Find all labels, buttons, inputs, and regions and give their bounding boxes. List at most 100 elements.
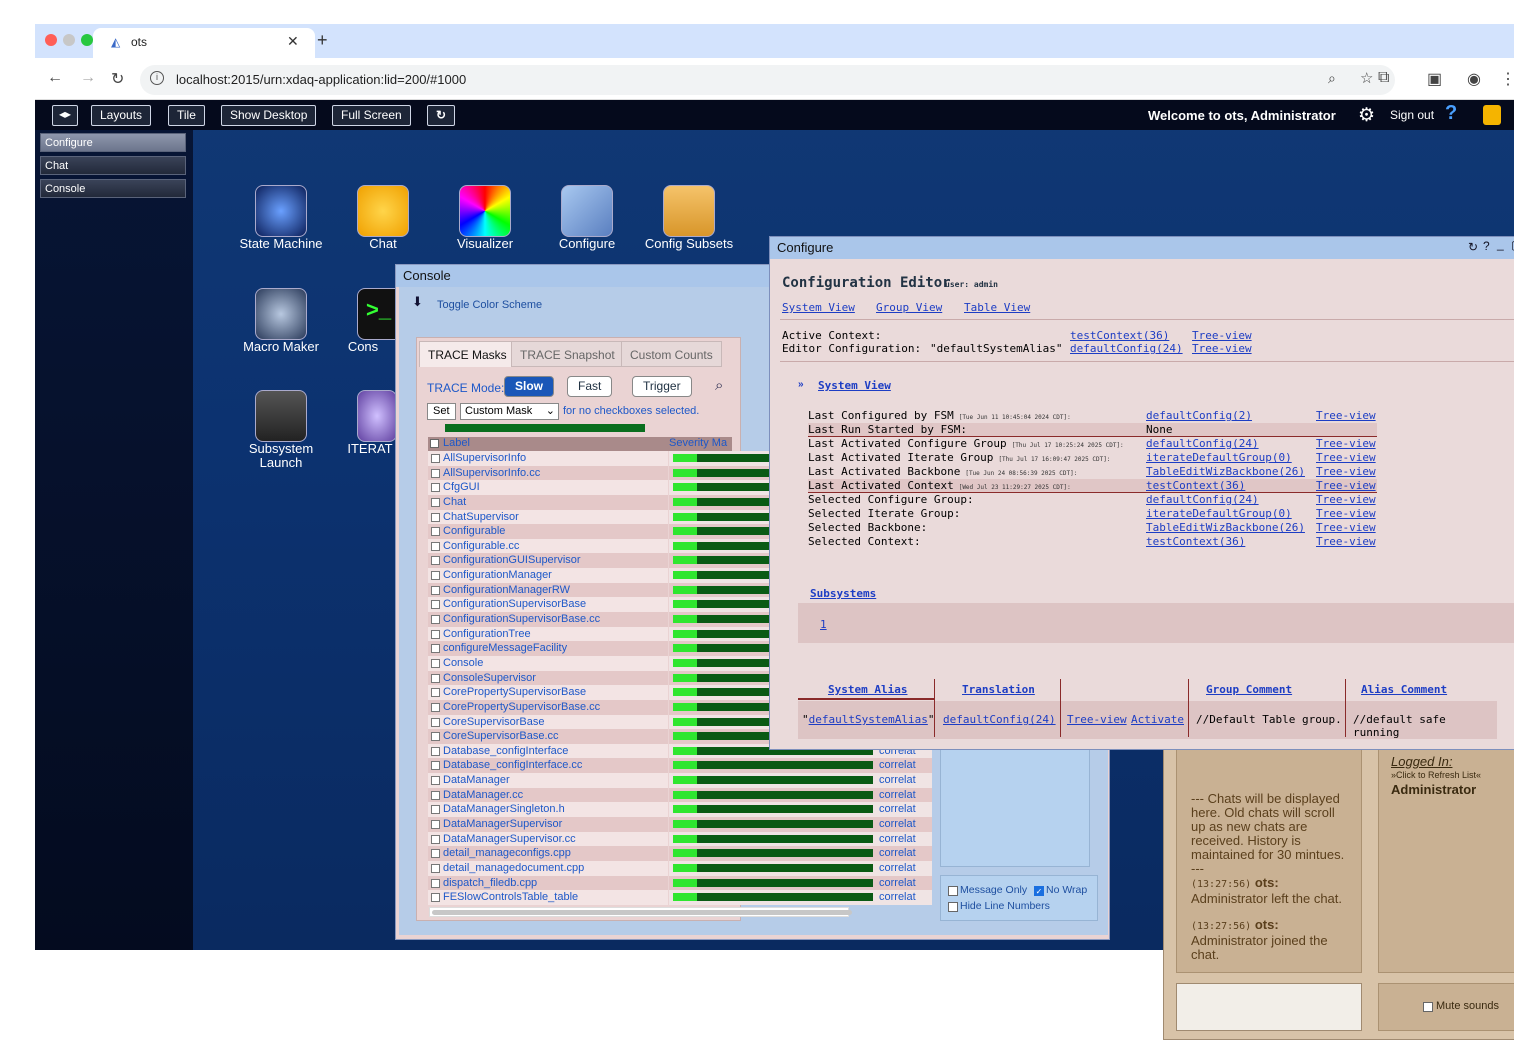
severity-bar-light[interactable] (673, 483, 697, 492)
refresh-list-link[interactable]: »Click to Refresh List« (1391, 770, 1481, 780)
group-view-link[interactable]: Group View (876, 301, 942, 314)
label-checkbox[interactable] (431, 688, 440, 698)
tab-trace-snapshot[interactable]: TRACE Snapshot (511, 341, 624, 367)
tab-trace-masks[interactable]: TRACE Masks (419, 341, 516, 367)
state-tree-view-link[interactable]: Tree-view (1316, 493, 1376, 507)
state-tree-view-link[interactable]: Tree-view (1316, 507, 1376, 521)
tab-custom-counts[interactable]: Custom Counts (621, 341, 722, 367)
label-checkbox[interactable] (431, 746, 440, 756)
severity-bar-dark[interactable] (697, 878, 873, 887)
no-wrap-checkbox[interactable]: ✓ (1034, 886, 1044, 896)
translation-link[interactable]: defaultConfig(24) (943, 713, 1056, 726)
severity-bar-dark[interactable] (697, 820, 873, 829)
severity-bar-light[interactable] (673, 820, 697, 829)
toggle-sidebar-button[interactable]: ◂▸ (52, 105, 79, 126)
select-all-checkbox[interactable] (430, 439, 439, 448)
severity-bar-light[interactable] (673, 468, 697, 477)
severity-bar-light[interactable] (673, 644, 697, 653)
hide-line-numbers-checkbox[interactable] (948, 902, 958, 912)
label-checkbox[interactable] (431, 483, 440, 493)
label-checkbox[interactable] (431, 468, 440, 478)
reload-icon[interactable]: ↻ (111, 69, 124, 89)
profile-icon[interactable]: ◉ (1467, 69, 1481, 89)
label-checkbox[interactable] (431, 541, 440, 551)
horizontal-scrollbar[interactable] (429, 907, 852, 917)
sidebar-item-chat[interactable]: Chat (40, 156, 186, 175)
state-value[interactable]: testContext(36) (1146, 535, 1245, 549)
severity-bar-light[interactable] (673, 673, 697, 682)
severity-bar-dark[interactable] (697, 834, 873, 843)
macro-maker-icon[interactable] (255, 288, 307, 340)
severity-bar-dark[interactable] (697, 761, 873, 770)
severity-bar-light[interactable] (673, 761, 697, 770)
severity-bar-light[interactable] (673, 600, 697, 609)
severity-bar-light[interactable] (673, 571, 697, 580)
label-checkbox[interactable] (431, 776, 440, 786)
full-screen-button[interactable]: Full Screen (332, 105, 411, 126)
download-icon[interactable]: ⬇ (412, 294, 423, 310)
sign-out-link[interactable]: Sign out (1390, 108, 1434, 122)
severity-bar-light[interactable] (673, 497, 697, 506)
severity-bar-dark[interactable] (697, 849, 873, 858)
severity-bar-light[interactable] (673, 629, 697, 638)
window-minimize-icon[interactable]: _ (1497, 237, 1504, 251)
label-checkbox[interactable] (431, 658, 440, 668)
iterator-icon[interactable] (357, 390, 397, 442)
label-checkbox[interactable] (431, 702, 440, 712)
label-checkbox[interactable] (431, 849, 440, 859)
severity-bar-light[interactable] (673, 556, 697, 565)
sidebar-item-configure[interactable]: Configure (40, 133, 186, 152)
search-icon[interactable]: ⌕ (715, 377, 723, 394)
system-alias-link[interactable]: defaultSystemAlias (809, 713, 928, 726)
address-bar[interactable]: i localhost:2015/urn:xdaq-application:li… (140, 65, 1395, 95)
severity-bar-dark[interactable] (697, 790, 873, 799)
show-desktop-button[interactable]: Show Desktop (221, 105, 317, 126)
state-tree-view-link[interactable]: Tree-view (1316, 409, 1376, 423)
lock-icon[interactable] (1483, 105, 1501, 125)
state-tree-view-link[interactable]: Tree-view (1316, 535, 1376, 549)
label-checkbox[interactable] (431, 834, 440, 844)
severity-bar-light[interactable] (673, 834, 697, 843)
severity-bar-dark[interactable] (697, 776, 873, 785)
state-tree-view-link[interactable]: Tree-view (1316, 479, 1376, 493)
table-view-link[interactable]: Table View (964, 301, 1030, 314)
state-tree-view-link[interactable]: Tree-view (1316, 451, 1376, 465)
label-checkbox[interactable] (431, 600, 440, 610)
subsystem-launch-rocket-icon[interactable] (255, 390, 307, 442)
label-checkbox[interactable] (431, 820, 440, 830)
mask-select[interactable]: Custom Mask ⌄ (460, 403, 559, 420)
severity-bar-light[interactable] (673, 717, 697, 726)
minimize-window-icon[interactable] (63, 34, 75, 46)
severity-bar-light[interactable] (673, 512, 697, 521)
severity-bar-light[interactable] (673, 658, 697, 667)
refresh-button[interactable]: ↻ (427, 105, 456, 126)
severity-bar-light[interactable] (673, 805, 697, 814)
close-tab-icon[interactable]: ✕ (287, 33, 299, 50)
label-checkbox[interactable] (431, 527, 440, 537)
window-help-icon[interactable]: ? (1483, 239, 1490, 253)
state-value[interactable]: defaultConfig(24) (1146, 493, 1259, 507)
state-tree-view-link[interactable]: Tree-view (1316, 465, 1376, 479)
label-checkbox[interactable] (431, 805, 440, 815)
active-context-link[interactable]: testContext(36) (1070, 329, 1169, 342)
severity-bar-light[interactable] (673, 878, 697, 887)
extensions-icon[interactable]: ⧉ (1378, 69, 1389, 87)
label-checkbox[interactable] (431, 790, 440, 800)
state-tree-view-link[interactable]: Tree-view (1316, 521, 1376, 535)
side-panel-icon[interactable]: ▣ (1427, 69, 1442, 89)
activate-link[interactable]: Activate (1131, 713, 1184, 726)
subsystem-link[interactable]: 1 (820, 618, 827, 631)
tree-view-link[interactable]: Tree-view (1192, 342, 1252, 355)
label-checkbox[interactable] (431, 556, 440, 566)
editor-config-link[interactable]: defaultConfig(24) (1070, 342, 1183, 355)
state-machine-icon[interactable] (255, 185, 307, 237)
message-only-checkbox[interactable] (948, 886, 958, 896)
close-window-icon[interactable] (45, 34, 57, 46)
severity-bar-light[interactable] (673, 746, 697, 755)
state-value[interactable]: iterateDefaultGroup(0) (1146, 507, 1292, 521)
label-checkbox[interactable] (431, 644, 440, 654)
label-checkbox[interactable] (431, 863, 440, 873)
state-value[interactable]: defaultConfig(24) (1146, 437, 1259, 451)
label-checkbox[interactable] (431, 878, 440, 888)
label-checkbox[interactable] (431, 571, 440, 581)
